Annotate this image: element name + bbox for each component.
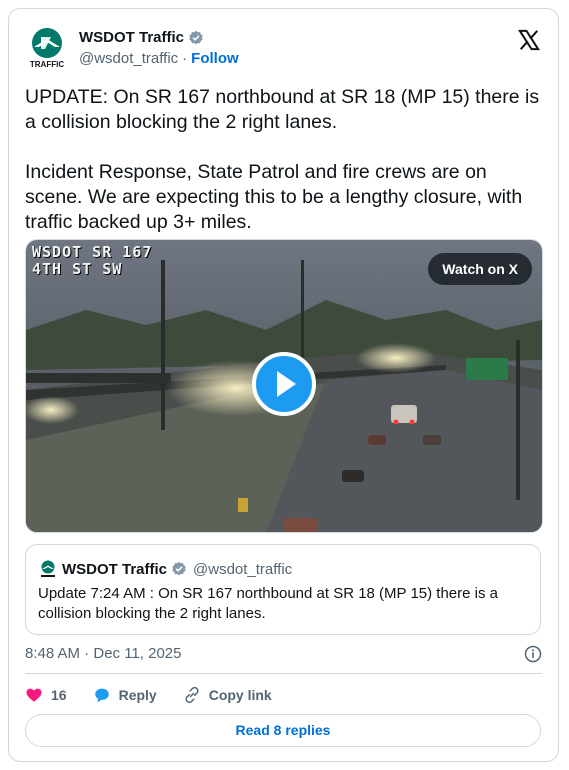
- divider: [25, 673, 542, 674]
- reply-label: Reply: [118, 687, 157, 703]
- embedded-post-card: TRAFFIC WSDOT Traffic @wsdot_traffic · F…: [8, 8, 559, 762]
- reply-bubble-icon: [94, 688, 109, 703]
- author-handle[interactable]: @wsdot_traffic: [79, 50, 178, 67]
- avatar-text: TRAFFIC: [30, 60, 64, 69]
- watch-on-x-button[interactable]: Watch on X: [428, 253, 532, 285]
- action-bar: 16 Reply Copy link: [25, 684, 298, 706]
- wsdot-avatar-icon[interactable]: TRAFFIC: [25, 25, 69, 69]
- post-text: UPDATE: On SR 167 northbound at SR 18 (M…: [25, 86, 540, 233]
- like-count: 16: [51, 687, 67, 703]
- author-name[interactable]: WSDOT Traffic: [79, 29, 184, 46]
- x-logo-icon[interactable]: [518, 29, 540, 51]
- quoted-author-handle: @wsdot_traffic: [193, 560, 293, 578]
- reply-button[interactable]: Reply: [93, 686, 157, 704]
- post-header: TRAFFIC WSDOT Traffic @wsdot_traffic · F…: [25, 25, 542, 69]
- verified-badge-icon: [189, 30, 203, 44]
- quoted-avatar-icon: [41, 560, 55, 577]
- like-button[interactable]: 16: [25, 686, 67, 704]
- quoted-author-name: WSDOT Traffic: [62, 560, 168, 578]
- heart-icon: [26, 688, 42, 702]
- play-button[interactable]: [252, 352, 316, 416]
- info-icon[interactable]: [524, 645, 542, 663]
- follow-button[interactable]: Follow: [191, 50, 239, 67]
- quoted-post-text: Update 7:24 AM : On SR 167 northbound at…: [38, 585, 498, 622]
- handle-separator: ·: [182, 50, 188, 67]
- quoted-verified-badge-icon: [172, 561, 186, 576]
- author-name-row: WSDOT Traffic: [79, 29, 204, 46]
- quoted-post[interactable]: WSDOT Traffic @wsdot_traffic Update 7:24…: [25, 544, 541, 635]
- author-handle-row: @wsdot_traffic · Follow: [79, 50, 239, 67]
- read-replies-button[interactable]: Read 8 replies: [25, 714, 541, 747]
- post-timestamp[interactable]: 8:48 AM · Dec 11, 2025: [25, 645, 181, 662]
- link-icon: [185, 686, 199, 704]
- copy-link-button[interactable]: Copy link: [183, 686, 272, 704]
- copy-link-label: Copy link: [208, 687, 272, 703]
- quoted-post-header: WSDOT Traffic @wsdot_traffic: [38, 559, 292, 579]
- traffic-camera-media[interactable]: WSDOT SR 167 4TH ST SW Watch on X: [25, 239, 543, 533]
- camera-label: WSDOT SR 167 4TH ST SW: [32, 243, 153, 278]
- play-icon: [277, 371, 296, 397]
